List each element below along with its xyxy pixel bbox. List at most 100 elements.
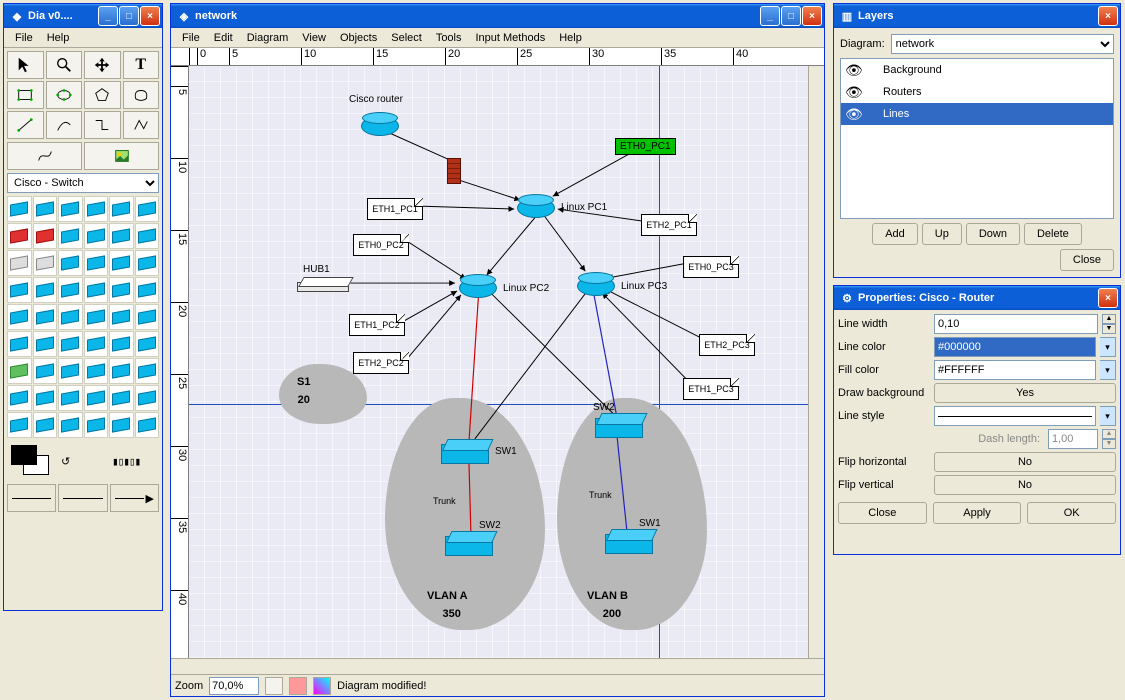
shape-cell[interactable] [7,358,32,384]
shape-cell[interactable] [109,223,134,249]
shape-cell[interactable] [135,385,160,411]
shape-cell[interactable] [109,277,134,303]
minimize-button[interactable]: _ [760,6,780,26]
shape-cell[interactable] [135,331,160,357]
maximize-button[interactable]: □ [119,6,139,26]
close-button[interactable]: × [1098,6,1118,26]
linux-pc2-shape[interactable] [459,278,497,298]
shape-cell[interactable] [58,196,83,222]
shape-cell[interactable] [109,412,134,438]
eye-icon[interactable]: 👁 [845,62,863,79]
shape-cell[interactable] [135,358,160,384]
menu-select[interactable]: Select [384,30,429,46]
ruler-vertical[interactable]: 5 10 15 20 25 30 35 40 [171,66,189,658]
shape-cell[interactable] [33,196,58,222]
shape-cell[interactable] [33,358,58,384]
shape-cell[interactable] [33,385,58,411]
line-width-spinner[interactable]: ▲▼ [1102,314,1116,334]
shape-cell[interactable] [84,196,109,222]
delete-layer-button[interactable]: Delete [1024,223,1082,245]
note-eth0-pc2[interactable]: ETH0_PC2 [353,234,409,256]
tool-zigzag[interactable] [84,111,121,139]
shape-cell[interactable] [58,277,83,303]
layer-row-routers[interactable]: 👁 Routers [841,81,1113,103]
status-color-button[interactable] [313,677,331,695]
shape-cell[interactable] [33,331,58,357]
close-layers-button[interactable]: Close [1060,249,1114,271]
line-color-dropdown[interactable]: ▾ [1100,337,1116,357]
shape-cell[interactable] [84,223,109,249]
swap-icon[interactable]: ↺ [61,455,108,468]
shape-cell[interactable] [33,223,58,249]
shape-cell[interactable] [58,223,83,249]
shape-cell[interactable] [109,358,134,384]
shape-cell[interactable] [109,331,134,357]
layer-row-lines[interactable]: 👁 Lines [841,103,1113,125]
note-eth2-pc1[interactable]: ETH2_PC1 [641,214,697,236]
shape-cell[interactable] [58,412,83,438]
layer-row-background[interactable]: 👁 Background [841,59,1113,81]
shape-cell[interactable] [7,385,32,411]
shape-cell[interactable] [58,331,83,357]
flip-v-button[interactable]: No [934,475,1116,495]
toolbox-titlebar[interactable]: ◆ Dia v0.... _ □ × [4,4,162,28]
down-layer-button[interactable]: Down [966,223,1020,245]
shape-cell[interactable] [84,358,109,384]
shape-cell[interactable] [58,358,83,384]
hub1-shape[interactable] [297,282,349,292]
shape-cell[interactable] [84,331,109,357]
menu-help[interactable]: Help [552,30,589,46]
note-eth1-pc1[interactable]: ETH1_PC1 [367,198,423,220]
props-close-button[interactable]: Close [838,502,927,524]
tool-arc[interactable] [46,111,83,139]
shape-cell[interactable] [84,304,109,330]
line-width-field[interactable]: 0,10 [934,314,1098,334]
diagram-select[interactable]: network [891,34,1114,54]
note-eth2-pc3[interactable]: ETH2_PC3 [699,334,755,356]
shape-cell[interactable] [135,304,160,330]
vertical-scrollbar[interactable] [808,66,824,658]
ruler-horizontal[interactable]: 0 5 10 15 20 25 30 35 40 [171,48,824,66]
menu-help[interactable]: Help [40,30,77,46]
cisco-router-shape[interactable] [361,116,399,136]
line-color-field[interactable]: #000000 [934,337,1096,357]
menu-input-methods[interactable]: Input Methods [469,30,553,46]
line-style-field[interactable] [934,406,1096,426]
shape-cell[interactable] [7,331,32,357]
switch-sw1b[interactable] [605,534,653,554]
draw-bg-button[interactable]: Yes [934,383,1116,403]
shape-cell[interactable] [7,304,32,330]
switch-sw2b[interactable] [595,418,643,438]
maximize-button[interactable]: □ [781,6,801,26]
status-grid-button[interactable] [265,677,283,695]
close-button[interactable]: × [802,6,822,26]
switch-sw2[interactable] [445,536,493,556]
sheet-dropdown[interactable]: Cisco - Switch [7,173,159,193]
shape-cell[interactable] [109,196,134,222]
tool-line[interactable] [7,111,44,139]
tool-scroll[interactable] [84,51,121,79]
pattern-bars[interactable]: ▮▯▮▯▮ [112,455,159,468]
tool-ellipse[interactable] [46,81,83,109]
shape-cell[interactable] [135,223,160,249]
note-eth1-pc3[interactable]: ETH1_PC3 [683,378,739,400]
minimize-button[interactable]: _ [98,6,118,26]
canvas-titlebar[interactable]: ◈ network _ □ × [171,4,824,28]
shape-cell[interactable] [7,250,32,276]
eye-icon[interactable]: 👁 [845,84,863,101]
shape-cell[interactable] [84,277,109,303]
note-eth1-pc2[interactable]: ETH1_PC2 [349,314,405,336]
shape-cell[interactable] [84,250,109,276]
menu-diagram[interactable]: Diagram [240,30,296,46]
eye-icon[interactable]: 👁 [845,106,863,123]
shape-cell[interactable] [7,223,32,249]
close-button[interactable]: × [1098,288,1118,308]
line-style-dropdown[interactable]: ▾ [1100,406,1116,426]
tool-polygon[interactable] [84,81,121,109]
shape-cell[interactable] [135,277,160,303]
shape-cell[interactable] [135,196,160,222]
line-start-style[interactable] [7,484,56,512]
linux-pc3-shape[interactable] [577,276,615,296]
menu-objects[interactable]: Objects [333,30,384,46]
menu-view[interactable]: View [295,30,333,46]
